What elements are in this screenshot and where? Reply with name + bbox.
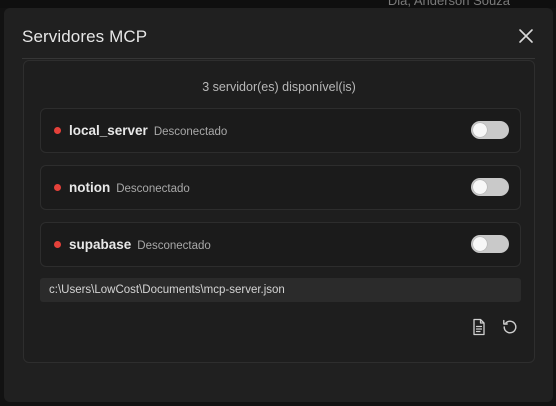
refresh-icon xyxy=(503,319,517,334)
server-status: Desconectado xyxy=(116,183,190,195)
clipped-header-text: Dia, Anderson Souza xyxy=(387,0,510,8)
server-card-local-server: local_server Desconectado xyxy=(40,108,521,153)
title-divider xyxy=(22,58,535,59)
servers-panel: 3 servidor(es) disponível(is) local_serv… xyxy=(23,60,535,363)
server-toggle-local-server[interactable] xyxy=(471,121,509,139)
server-status: Desconectado xyxy=(137,240,211,252)
server-status: Desconectado xyxy=(153,126,228,138)
status-dot xyxy=(54,127,61,134)
config-path-field[interactable]: c:\Users\LowCost\Documents\mcp-server.js… xyxy=(40,278,521,302)
server-toggle-supabase[interactable] xyxy=(471,235,509,253)
server-count-text: 3 servidor(es) disponível(is) xyxy=(202,80,356,94)
server-card-supabase: supabase Desconectado xyxy=(40,222,521,267)
server-name: local_server xyxy=(69,123,148,138)
close-icon xyxy=(519,29,533,43)
dialog-title: Servidores MCP xyxy=(22,27,148,46)
status-dot xyxy=(54,184,61,191)
server-name-row: notion Desconectado xyxy=(69,180,190,195)
mcp-servers-dialog: Servidores MCP 3 servidor(es) disponível… xyxy=(4,8,553,402)
status-dot xyxy=(54,241,61,248)
reload-servers-button[interactable] xyxy=(500,317,520,337)
backdrop-bottom xyxy=(0,402,556,406)
server-name-row: supabase Desconectado xyxy=(69,237,211,252)
open-config-file-button[interactable] xyxy=(469,317,489,337)
backdrop: Dia, Anderson Souza xyxy=(0,0,556,8)
server-name-row: local_server Desconectado xyxy=(69,123,227,138)
server-name: notion xyxy=(69,180,111,195)
toggle-knob xyxy=(473,123,487,137)
server-name: supabase xyxy=(69,237,132,252)
close-button[interactable] xyxy=(514,24,538,48)
file-icon xyxy=(473,318,485,336)
toggle-knob xyxy=(473,180,487,194)
server-toggle-notion[interactable] xyxy=(471,178,509,196)
toggle-knob xyxy=(473,237,487,251)
server-card-notion: notion Desconectado xyxy=(40,165,521,210)
